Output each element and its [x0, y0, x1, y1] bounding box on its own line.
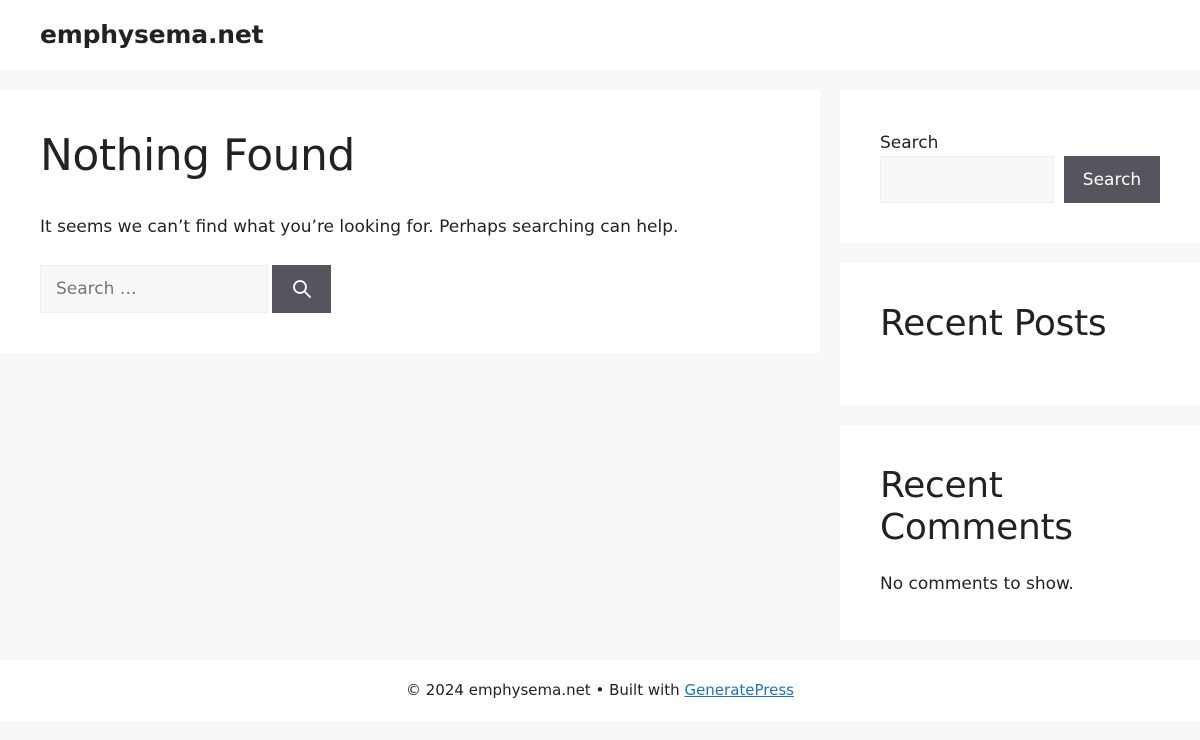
recent-comments-title: Recent Comments	[880, 465, 1073, 548]
recent-posts-title: Recent Posts	[880, 303, 1107, 344]
generatepress-link[interactable]: GeneratePress	[684, 681, 794, 699]
search-submit-button[interactable]	[272, 265, 331, 313]
recent-posts-widget: Recent Posts	[840, 263, 1200, 405]
recent-comments-widget: Recent Comments No comments to show.	[840, 425, 1200, 640]
sidebar-search-button[interactable]: Search	[1064, 156, 1160, 203]
site-title-link[interactable]: emphysema.net	[40, 19, 264, 51]
footer-copyright: © 2024 emphysema.net • Built with	[406, 681, 685, 699]
site-header: emphysema.net	[0, 0, 1200, 70]
sidebar-search-label: Search	[880, 133, 939, 153]
site-footer: © 2024 emphysema.net • Built with Genera…	[0, 660, 1200, 721]
sidebar-search-input[interactable]	[880, 156, 1054, 203]
search-input[interactable]	[40, 265, 268, 313]
search-icon	[292, 280, 311, 298]
main-content: Nothing Found It seems we can’t find wha…	[0, 90, 820, 353]
sidebar-search-widget: Search Search	[840, 90, 1200, 243]
not-found-message: It seems we can’t find what you’re looki…	[40, 217, 679, 237]
page-title: Nothing Found	[40, 130, 355, 181]
no-comments-text: No comments to show.	[880, 574, 1074, 594]
